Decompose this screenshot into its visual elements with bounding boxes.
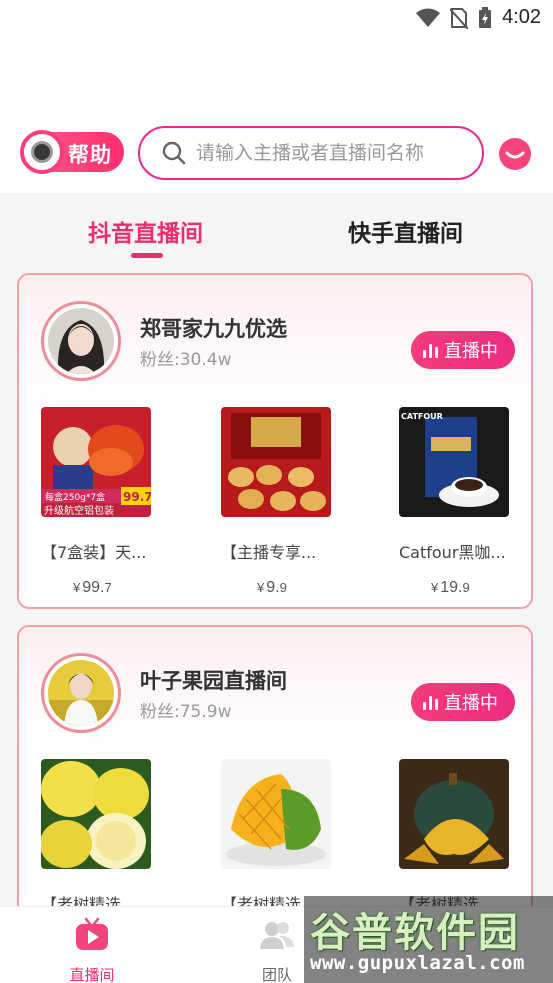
nav-label: 直播间: [69, 966, 115, 983]
product-price: ¥19.9: [431, 579, 470, 596]
product-price: ¥9.9: [257, 579, 287, 596]
product-image-coffee: CATFOUR: [399, 407, 509, 517]
product-item[interactable]: CATFOUR Catfour黑咖... ¥19.9: [399, 407, 511, 597]
watermark-url: www.gupuxlazal.com: [310, 952, 525, 974]
live-badge[interactable]: 直播中: [411, 683, 515, 721]
product-image-pumpkin: [399, 759, 509, 869]
streamer-name: 郑哥家九九优选: [140, 317, 287, 341]
tab-douyin[interactable]: 抖音直播间: [88, 214, 203, 248]
streamer-name: 叶子果园直播间: [140, 669, 287, 693]
product-image-crayfish: 每盒250g*7盒 升级航空铝包装 99.7: [41, 407, 151, 517]
help-label: 帮助: [68, 143, 112, 167]
search-icon: [162, 141, 186, 165]
product-image-pastry: [221, 407, 331, 517]
status-icons: 4:02: [416, 6, 541, 29]
battery-charging-icon: [479, 6, 492, 28]
live-label: 直播中: [444, 693, 498, 714]
search-input[interactable]: [196, 142, 466, 164]
live-room-card[interactable]: 叶子果园直播间 粉丝:75.9w 直播中 【老树精选... 【老树精选...: [17, 625, 533, 925]
product-title: Catfour黑咖...: [399, 543, 506, 562]
fans-count: 粉丝:30.4w: [140, 350, 232, 370]
platform-tabs: 抖音直播间 快手直播间: [0, 210, 553, 260]
status-time: 4:02: [502, 6, 541, 28]
crayfish-banner-text: 每盒250g*7盒: [45, 491, 105, 503]
product-image-lemon: [41, 759, 151, 869]
product-price: ¥99.7: [73, 579, 112, 596]
product-item[interactable]: 【老树精选...: [221, 759, 333, 915]
product-image-mango: [221, 759, 331, 869]
product-item[interactable]: 【主播专享... ¥9.9: [221, 407, 333, 597]
product-title: 【主播专享...: [221, 543, 317, 562]
wifi-icon: [416, 8, 441, 27]
help-button[interactable]: 帮助: [20, 130, 124, 174]
tab-kuaishou[interactable]: 快手直播间: [348, 214, 463, 248]
header: 帮助: [0, 124, 553, 182]
team-icon: [260, 922, 294, 949]
fans-count: 粉丝:75.9w: [140, 702, 232, 722]
product-title: 【7盒装】天...: [41, 543, 147, 562]
product-item[interactable]: 【老树精选...: [399, 759, 511, 915]
tab-active-indicator: [131, 253, 163, 258]
product-item[interactable]: 【老树精选...: [41, 759, 153, 915]
live-room-card[interactable]: 郑哥家九九优选 粉丝:30.4w 直播中 每盒250g*7盒 升级航空铝包装 9…: [17, 273, 533, 609]
coffee-brand-text: CATFOUR: [401, 412, 443, 421]
live-bars-icon: [423, 694, 438, 710]
live-bars-icon: [423, 342, 438, 358]
crayfish-price-text: 99.7: [123, 490, 151, 504]
crayfish-badge-text: 升级航空铝包装: [44, 504, 114, 517]
watermark: 谷普软件园 www.gupuxlazal.com: [304, 896, 553, 983]
product-item[interactable]: 每盒250g*7盒 升级航空铝包装 99.7 【7盒装】天... ¥99.7: [41, 407, 153, 597]
status-bar: 4:02: [0, 0, 553, 40]
live-tv-icon: [76, 917, 108, 950]
live-label: 直播中: [444, 341, 498, 362]
nav-item-live[interactable]: 直播间: [52, 917, 132, 983]
live-badge[interactable]: 直播中: [411, 331, 515, 369]
search-box[interactable]: [138, 126, 484, 180]
no-sim-icon: [450, 7, 469, 29]
avatar[interactable]: [41, 653, 121, 733]
watermark-title: 谷普软件园: [310, 910, 520, 956]
help-eye-icon: [20, 130, 64, 174]
message-icon[interactable]: [497, 136, 533, 172]
avatar[interactable]: [41, 301, 121, 381]
product-list: 每盒250g*7盒 升级航空铝包装 99.7 【7盒装】天... ¥99.7 【…: [41, 407, 511, 597]
